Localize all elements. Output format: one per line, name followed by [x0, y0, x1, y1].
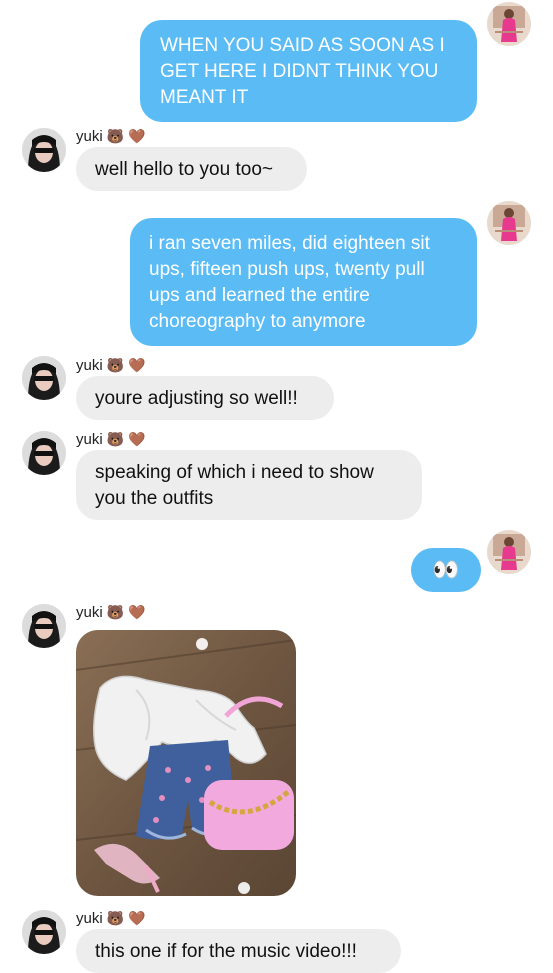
- outgoing-message-bubble[interactable]: i ran seven miles, did eighteen sit ups,…: [130, 218, 477, 346]
- outfit-photo-icon: [76, 630, 296, 896]
- bear-emoji-icon: 🐻: [106, 357, 125, 373]
- bear-emoji-icon: 🐻: [106, 128, 125, 144]
- sender-name: yuki: [76, 127, 103, 145]
- eyes-emoji: 👀: [432, 557, 460, 582]
- brown-heart-icon: 🤎: [128, 910, 146, 926]
- contact-avatar-icon: [22, 910, 66, 954]
- incoming-message-bubble[interactable]: speaking of which i need to show you the…: [76, 450, 422, 520]
- incoming-message-bubble[interactable]: youre adjusting so well!!: [76, 376, 334, 420]
- brown-heart-icon: 🤎: [128, 431, 146, 447]
- bear-emoji-icon: 🐻: [106, 604, 125, 620]
- my-avatar-icon: [487, 201, 531, 245]
- incoming-message-bubble[interactable]: this one if for the music video!!!: [76, 929, 401, 973]
- sender-name-row: yuki 🐻 🤎: [76, 126, 146, 146]
- message-text: speaking of which i need to show you the…: [95, 462, 374, 509]
- sender-name: yuki: [76, 356, 103, 374]
- brown-heart-icon: 🤎: [128, 357, 146, 373]
- contact-avatar-icon: [22, 604, 66, 648]
- sender-name: yuki: [76, 603, 103, 621]
- sender-name-row: yuki 🐻 🤎: [76, 429, 146, 449]
- contact-avatar-icon: [22, 431, 66, 475]
- sender-name: yuki: [76, 430, 103, 448]
- my-avatar-icon: [487, 2, 531, 46]
- contact-avatar[interactable]: [22, 356, 66, 400]
- outgoing-message-bubble[interactable]: 👀: [411, 548, 481, 592]
- bear-emoji-icon: 🐻: [106, 910, 125, 926]
- my-avatar[interactable]: [487, 530, 531, 574]
- my-avatar[interactable]: [487, 201, 531, 245]
- contact-avatar-icon: [22, 128, 66, 172]
- my-avatar-icon: [487, 530, 531, 574]
- message-text: well hello to you too~: [95, 159, 273, 180]
- message-text: youre adjusting so well!!: [95, 388, 298, 409]
- outfit-photo[interactable]: [76, 630, 296, 896]
- contact-avatar[interactable]: [22, 431, 66, 475]
- contact-avatar-icon: [22, 356, 66, 400]
- outgoing-message-bubble[interactable]: WHEN YOU SAID AS SOON AS I GET HERE I DI…: [140, 20, 477, 122]
- brown-heart-icon: 🤎: [128, 604, 146, 620]
- sender-name-row: yuki 🐻 🤎: [76, 908, 146, 928]
- contact-avatar[interactable]: [22, 128, 66, 172]
- message-text: WHEN YOU SAID AS SOON AS I GET HERE I DI…: [160, 35, 445, 108]
- sender-name: yuki: [76, 909, 103, 927]
- my-avatar[interactable]: [487, 2, 531, 46]
- sender-name-row: yuki 🐻 🤎: [76, 355, 146, 375]
- sender-name-row: yuki 🐻 🤎: [76, 602, 146, 622]
- contact-avatar[interactable]: [22, 604, 66, 648]
- incoming-message-bubble[interactable]: well hello to you too~: [76, 147, 307, 191]
- brown-heart-icon: 🤎: [128, 128, 146, 144]
- message-text: this one if for the music video!!!: [95, 941, 357, 962]
- contact-avatar[interactable]: [22, 910, 66, 954]
- message-text: i ran seven miles, did eighteen sit ups,…: [149, 233, 430, 332]
- bear-emoji-icon: 🐻: [106, 431, 125, 447]
